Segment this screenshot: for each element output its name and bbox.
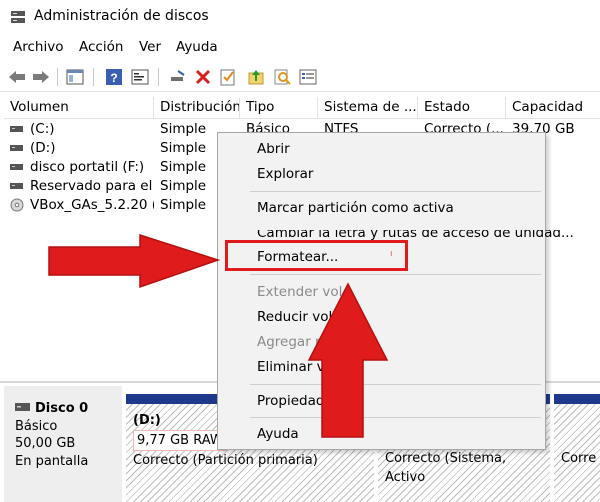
column-header-distribucion[interactable]: Distribución — [154, 97, 240, 119]
volume-layout: Simple — [160, 159, 207, 175]
disk-management-icon — [11, 11, 25, 23]
partition-other[interactable]: Correc — [554, 394, 600, 502]
menu-item-ayuda[interactable]: Ayuda — [257, 426, 299, 442]
disk-name-row: Disco 0 — [15, 400, 122, 418]
title-bar: Administración de discos — [0, 0, 600, 34]
volume-name: (C:) — [30, 121, 55, 137]
volume-name: Reservado para el ... — [30, 178, 154, 194]
properties-icon[interactable] — [130, 67, 150, 87]
volume-layout: Simple — [160, 197, 207, 213]
volume-layout: Simple — [160, 121, 207, 137]
drive-icon — [10, 183, 23, 189]
disk-info[interactable]: Disco 0 Básico 50,00 GB En pantalla — [4, 386, 122, 502]
disk-type: Básico — [15, 418, 58, 434]
new-folder-up-icon[interactable] — [246, 67, 266, 87]
toolbar-separator — [93, 68, 94, 86]
column-header-capacidad[interactable]: Capacidad — [506, 97, 600, 119]
svg-text:?: ? — [110, 71, 117, 85]
menu-separator — [250, 417, 541, 418]
menu-item-explorar[interactable]: Explorar — [257, 166, 313, 182]
menu-item-abrir[interactable]: Abrir — [257, 141, 290, 157]
column-header-tipo[interactable]: Tipo — [240, 97, 318, 119]
connect-icon[interactable] — [168, 67, 188, 87]
forward-arrow-icon[interactable] — [31, 67, 51, 87]
drive-icon — [10, 164, 23, 170]
menu-separator — [250, 191, 541, 192]
delete-icon[interactable] — [193, 67, 213, 87]
toolbar-separator — [57, 68, 58, 86]
disk-size: 50,00 GB — [15, 436, 76, 451]
help-icon[interactable]: ? — [104, 67, 124, 87]
partition-status: Correc — [561, 451, 597, 466]
menu-archivo[interactable]: Archivo — [13, 39, 63, 55]
volume-layout: Simple — [160, 140, 207, 156]
menu-bar: Archivo Acción Ver Ayuda — [0, 36, 600, 60]
volume-name: (D:) — [30, 140, 56, 156]
column-header-estado[interactable]: Estado — [418, 97, 506, 119]
optical-disc-icon — [10, 198, 24, 212]
column-header-sistema[interactable]: Sistema de ... — [318, 97, 418, 119]
menu-item-marcar-activa[interactable]: Marcar partición como activa — [257, 200, 454, 216]
annotation-arrow-right-icon — [48, 233, 220, 289]
disk-status: En pantalla — [15, 453, 89, 469]
search-icon[interactable] — [272, 67, 292, 87]
menu-item-cambiar-letra[interactable]: Cambiar la letra y rutas de acceso de un… — [257, 230, 574, 241]
menu-separator — [250, 274, 541, 275]
details-icon[interactable] — [298, 67, 318, 87]
disk-icon — [15, 403, 30, 411]
partition-status: Correcto (Partición primaria) — [133, 453, 318, 468]
menu-accion[interactable]: Acción — [79, 39, 123, 55]
toolbar-separator — [158, 68, 159, 86]
menu-separator — [250, 384, 541, 385]
toolbar: ? — [0, 62, 600, 92]
volume-layout: Simple — [160, 178, 207, 194]
disk-name: Disco 0 — [35, 401, 89, 416]
drive-icon — [10, 145, 23, 151]
partition-other-info: Correc — [557, 407, 597, 499]
drive-icon — [10, 126, 23, 132]
annotation-arrow-up-icon — [307, 282, 389, 438]
menu-ver[interactable]: Ver — [139, 39, 161, 55]
volume-name: disco portatil (F:) — [30, 159, 145, 175]
partition-size: 9,77 GB RAW — [133, 430, 227, 451]
highlight-frame — [225, 240, 408, 271]
back-arrow-icon[interactable] — [7, 67, 27, 87]
window-title: Administración de discos — [34, 8, 209, 24]
partition-status: Correcto (Sistema, Activo — [385, 451, 507, 485]
console-tree-icon[interactable] — [65, 67, 85, 87]
volume-name: VBox_GAs_5.2.20 (E:) — [30, 197, 154, 213]
column-header-volumen[interactable]: Volumen — [4, 97, 154, 119]
checklist-icon[interactable] — [218, 67, 238, 87]
menu-ayuda[interactable]: Ayuda — [176, 39, 218, 55]
